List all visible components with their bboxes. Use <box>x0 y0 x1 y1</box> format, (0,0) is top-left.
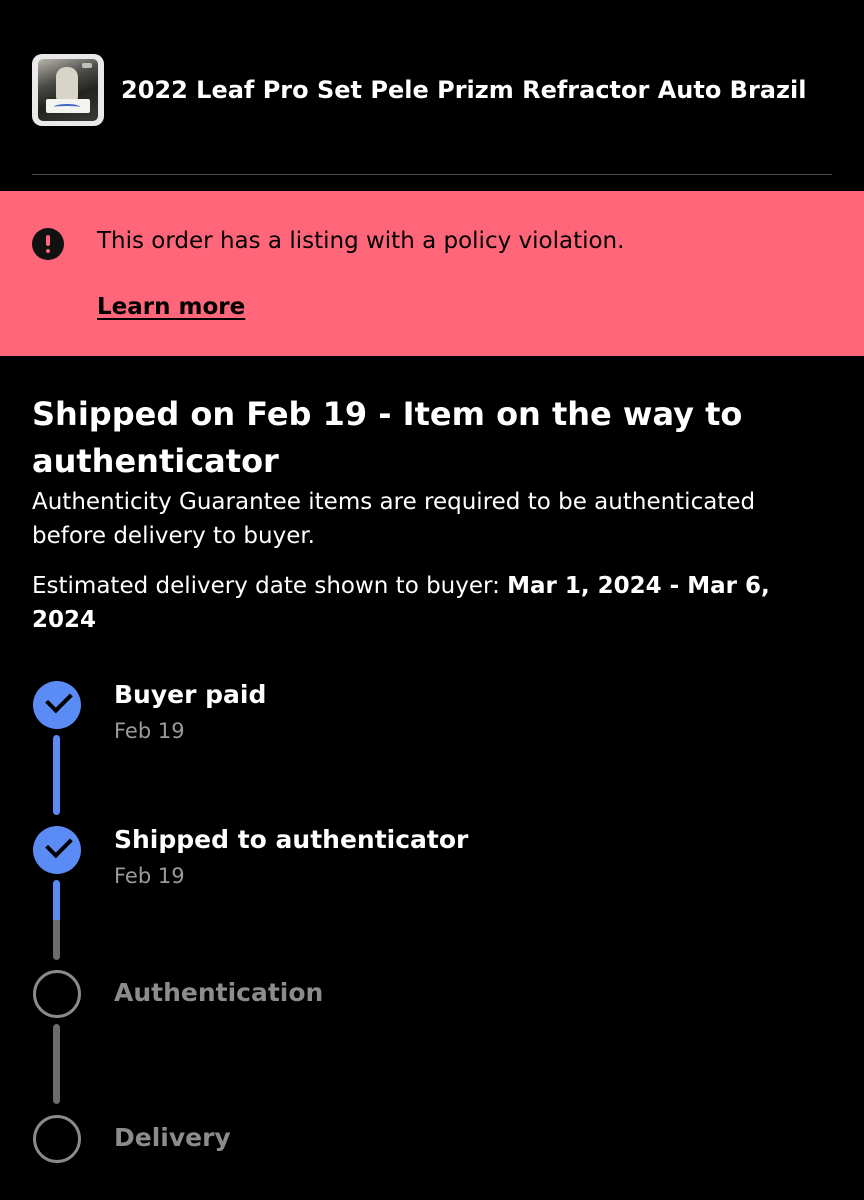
step-date: Feb 19 <box>114 719 185 743</box>
alert-message: This order has a listing with a policy v… <box>97 228 625 254</box>
player-figure <box>56 67 78 101</box>
trading-card-image <box>38 59 98 121</box>
item-title[interactable]: 2022 Leaf Pro Set Pele Prizm Refractor A… <box>121 75 806 105</box>
divider <box>32 174 832 175</box>
step-check-icon <box>33 681 81 729</box>
step-empty-circle-icon <box>33 1115 81 1163</box>
step-connector <box>53 1024 60 1104</box>
step-check-icon <box>33 826 81 874</box>
step-connector-progress <box>53 880 60 920</box>
step-connector-remaining <box>53 920 60 960</box>
step-label: Shipped to authenticator <box>114 825 469 854</box>
step-label: Buyer paid <box>114 680 267 709</box>
step-date: Feb 19 <box>114 864 185 888</box>
estimated-delivery-label: Estimated delivery date shown to buyer: <box>32 573 508 599</box>
shipment-status-heading: Shipped on Feb 19 - Item on the way to a… <box>32 395 743 480</box>
learn-more-link[interactable]: Learn more <box>97 291 245 323</box>
step-label: Delivery <box>114 1123 231 1152</box>
card-logo <box>82 63 92 68</box>
step-label: Authentication <box>114 978 324 1007</box>
exclamation-circle-icon <box>32 228 64 260</box>
autograph-strip <box>46 99 90 113</box>
item-header[interactable]: 2022 Leaf Pro Set Pele Prizm Refractor A… <box>32 52 832 128</box>
step-empty-circle-icon <box>33 970 81 1018</box>
step-connector <box>53 735 60 815</box>
estimated-delivery: Estimated delivery date shown to buyer: … <box>32 569 832 637</box>
policy-violation-alert: This order has a listing with a policy v… <box>0 191 864 356</box>
shipment-status-description: Authenticity Guarantee items are require… <box>32 489 756 549</box>
item-thumbnail[interactable] <box>32 54 104 126</box>
